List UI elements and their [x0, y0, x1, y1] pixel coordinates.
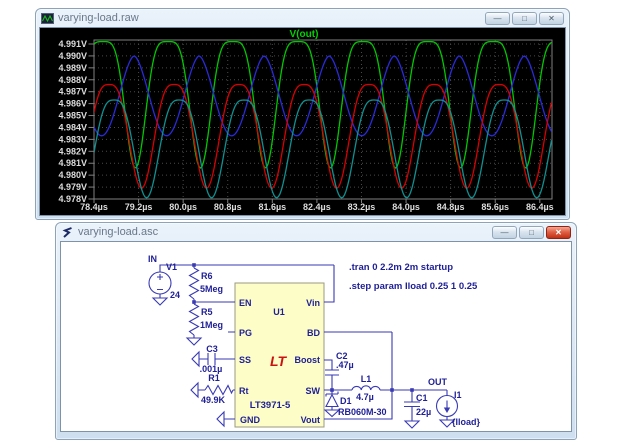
schematic-window: varying-load.asc — □ ✕ [55, 222, 577, 440]
schematic-canvas[interactable]: INV124R65MegR51MegC3.001µR149.9KC2.47µL1… [60, 241, 572, 432]
schematic-label-c1-value[interactable]: 22µ [416, 407, 431, 417]
close-button[interactable]: ✕ [546, 226, 571, 239]
plot-y-tick-label: 4.985V [58, 111, 87, 121]
schematic-label-c1-ref[interactable]: C1 [416, 393, 428, 403]
plot-x-tick-label: 82.4µs [303, 202, 331, 212]
schematic-label-pin-vin[interactable]: Vin [306, 298, 320, 308]
plot-x-tick-label: 81.6µs [258, 202, 286, 212]
plot-x-tick-label: 84.0µs [392, 202, 420, 212]
plot-y-tick-label: 4.982V [58, 146, 87, 156]
schematic-label-node-out[interactable]: OUT [428, 377, 448, 387]
schematic-label-l1-value[interactable]: 4.7µ [356, 392, 374, 402]
schematic-label-pin-ss[interactable]: SS [239, 355, 251, 365]
schematic-label-node-in[interactable]: IN [148, 254, 157, 264]
plot-legend-vout[interactable]: V(out) [290, 29, 319, 40]
close-button[interactable]: ✕ [539, 12, 564, 25]
ground-symbol [325, 410, 339, 417]
schematic-label-i1-ref[interactable]: I1 [454, 390, 462, 400]
waveform-file-icon[interactable] [41, 12, 54, 25]
schematic-label-pin-en[interactable]: EN [239, 298, 252, 308]
ground-symbol [191, 383, 198, 397]
maximize-button[interactable]: □ [512, 12, 537, 25]
minimize-button[interactable]: — [492, 226, 517, 239]
schematic-label-v1-ref[interactable]: V1 [166, 262, 177, 272]
schematic-titlebar[interactable]: varying-load.asc — □ ✕ [56, 223, 576, 241]
capacitor-c2 [325, 370, 339, 375]
ground-symbol [153, 298, 167, 305]
plot-y-tick-label: 4.990V [58, 51, 87, 61]
schematic-label-l1-ref[interactable]: L1 [361, 374, 372, 384]
waveform-titlebar[interactable]: varying-load.raw — □ ✕ [36, 9, 569, 27]
plot-x-tick-label: 84.8µs [437, 202, 465, 212]
schematic-label-r6-ref[interactable]: R6 [201, 271, 213, 281]
diode-d1 [326, 392, 338, 407]
schematic-label-directive-tran[interactable]: .tran 0 2.2m 2m startup [349, 262, 453, 273]
schematic-label-r5-value[interactable]: 1Meg [200, 320, 223, 330]
schematic-label-r6-value[interactable]: 5Meg [200, 284, 223, 294]
maximize-button[interactable]: □ [519, 226, 544, 239]
ground-symbol [192, 352, 199, 366]
plot-x-tick-label: 85.6µs [481, 202, 509, 212]
schematic-label-c3-ref[interactable]: C3 [206, 344, 218, 354]
ground-symbol [405, 421, 419, 428]
schematic-label-pin-vout[interactable]: Vout [301, 415, 320, 425]
schematic-label-u1-part[interactable]: LT3971-5 [250, 400, 291, 411]
plot-y-tick-label: 4.980V [58, 170, 87, 180]
schematic-label-r1-value[interactable]: 49.9K [201, 395, 226, 405]
plot-y-tick-label: 4.989V [58, 63, 87, 73]
plot-x-tick-label: 78.4µs [80, 202, 108, 212]
plot-y-tick-label: 4.981V [58, 158, 87, 168]
schematic-label-i1-value[interactable]: {Iload} [452, 417, 481, 427]
plot-y-tick-label: 4.986V [58, 99, 87, 109]
waveform-window-title: varying-load.raw [58, 12, 481, 24]
schematic-file-icon[interactable] [61, 226, 74, 239]
schematic-label-pin-sw[interactable]: SW [306, 386, 321, 396]
schematic-label-pin-bd[interactable]: BD [307, 328, 320, 338]
plot-y-tick-label: 4.983V [58, 134, 87, 144]
schematic-label-c2-value[interactable]: .47µ [336, 360, 354, 370]
resistor-r5 [190, 304, 199, 335]
plot-x-tick-label: 80.8µs [214, 202, 242, 212]
schematic-label-d1-value[interactable]: RB060M-30 [338, 407, 387, 417]
plot-x-tick-label: 79.2µs [125, 202, 153, 212]
inductor-l1 [352, 386, 380, 390]
plot-y-tick-label: 4.979V [58, 182, 87, 192]
schematic-window-title: varying-load.asc [78, 226, 488, 238]
waveform-window: varying-load.raw — □ ✕ 4.991V 4.990V 4.989… [35, 8, 570, 220]
plot-y-tick-label: 4.984V [58, 122, 87, 132]
waveform-plot-canvas[interactable]: 4.991V 4.990V 4.989V 4.988V 4.987V 4.986V 4.98… [39, 27, 566, 216]
plot-x-tick-label: 80.0µs [169, 202, 197, 212]
ground-symbol [187, 338, 201, 345]
schematic-label-pin-boost[interactable]: Boost [295, 355, 321, 365]
minimize-button[interactable]: — [485, 12, 510, 25]
plot-x-tick-label: 83.2µs [348, 202, 376, 212]
plot-y-tick-label: 4.987V [58, 87, 87, 97]
schematic-label-u1-ref[interactable]: U1 [273, 307, 285, 317]
plot-x-tick-label: 86.4µs [526, 202, 554, 212]
ground-symbol [217, 412, 224, 426]
schematic-label-pin-gnd[interactable]: GND [240, 415, 261, 425]
resistor-r6 [190, 268, 199, 299]
plot-y-tick-label: 4.988V [58, 75, 87, 85]
schematic-label-directive-step[interactable]: .step param Iload 0.25 1 0.25 [349, 281, 478, 292]
schematic-label-r1-ref[interactable]: R1 [208, 373, 220, 383]
schematic-label-pin-pg[interactable]: PG [239, 328, 252, 338]
schematic-label-u1-logo[interactable]: LT [270, 353, 288, 369]
schematic-label-v1-value[interactable]: 24 [170, 290, 180, 300]
schematic-label-d1-ref[interactable]: D1 [340, 396, 352, 406]
plot-y-tick-label: 4.991V [58, 39, 87, 49]
resistor-r1 [205, 386, 233, 395]
schematic-label-r5-ref[interactable]: R5 [201, 307, 213, 317]
schematic-label-pin-rt[interactable]: Rt [239, 386, 249, 396]
